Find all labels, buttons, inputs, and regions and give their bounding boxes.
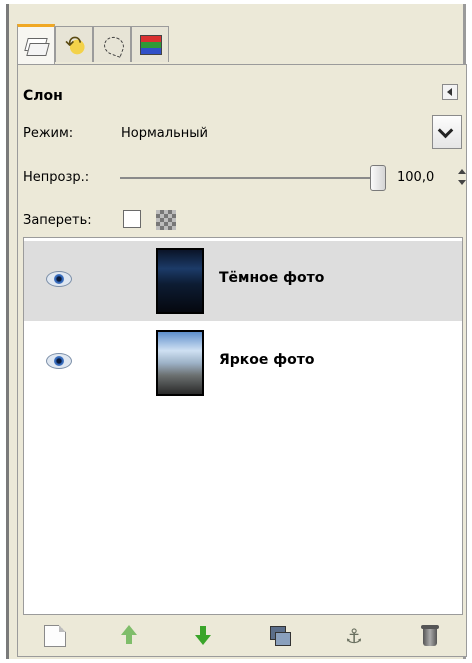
layer-thumbnail xyxy=(156,330,204,396)
undo-history-icon xyxy=(64,31,86,55)
visibility-eye-icon[interactable] xyxy=(46,353,72,369)
opacity-slider-handle[interactable] xyxy=(370,165,386,191)
mode-dropdown-button[interactable] xyxy=(432,115,462,149)
mode-label: Режим: xyxy=(23,126,74,141)
opacity-spin-button[interactable] xyxy=(458,167,466,191)
paths-icon xyxy=(102,35,124,55)
opacity-value[interactable]: 100,0 xyxy=(397,170,434,185)
raise-layer-icon[interactable] xyxy=(118,625,140,647)
duplicate-layer-icon[interactable] xyxy=(269,625,291,647)
opacity-label: Непрозр.: xyxy=(23,170,90,185)
opacity-slider[interactable] xyxy=(120,177,375,179)
layer-thumbnail xyxy=(156,248,204,314)
layers-dialog: Слон Режим: Нормальный Непрозр.: 100,0 З… xyxy=(6,4,467,659)
lower-layer-icon[interactable] xyxy=(192,625,214,647)
layers-list: Тёмное фото Яркое фото xyxy=(23,237,463,615)
layer-name[interactable]: Яркое фото xyxy=(219,352,315,368)
tab-channels[interactable] xyxy=(131,26,169,62)
layers-icon xyxy=(26,35,48,55)
channels-icon xyxy=(140,35,162,55)
new-layer-icon[interactable] xyxy=(44,625,66,647)
layers-toolbar: ⚓ xyxy=(23,619,463,653)
layer-row[interactable]: Яркое фото xyxy=(24,323,462,403)
tab-layers[interactable] xyxy=(17,24,55,64)
layer-name[interactable]: Тёмное фото xyxy=(219,270,324,286)
tab-paths[interactable] xyxy=(93,26,131,62)
delete-layer-icon[interactable] xyxy=(419,625,441,647)
panel-title: Слон xyxy=(23,88,63,104)
layers-panel: Слон Режим: Нормальный Непрозр.: 100,0 З… xyxy=(17,64,467,657)
panel-menu-button[interactable] xyxy=(442,84,458,100)
visibility-eye-icon[interactable] xyxy=(46,271,72,287)
tab-undo-history[interactable] xyxy=(55,26,93,62)
anchor-layer-icon[interactable]: ⚓ xyxy=(343,625,365,647)
mode-select[interactable]: Нормальный xyxy=(121,126,208,141)
lock-label: Запереть: xyxy=(23,213,92,228)
lock-alpha-icon[interactable] xyxy=(156,210,176,230)
layer-row[interactable]: Тёмное фото xyxy=(24,241,462,321)
dock-tabs xyxy=(17,24,467,66)
lock-pixels-checkbox[interactable] xyxy=(123,210,141,228)
